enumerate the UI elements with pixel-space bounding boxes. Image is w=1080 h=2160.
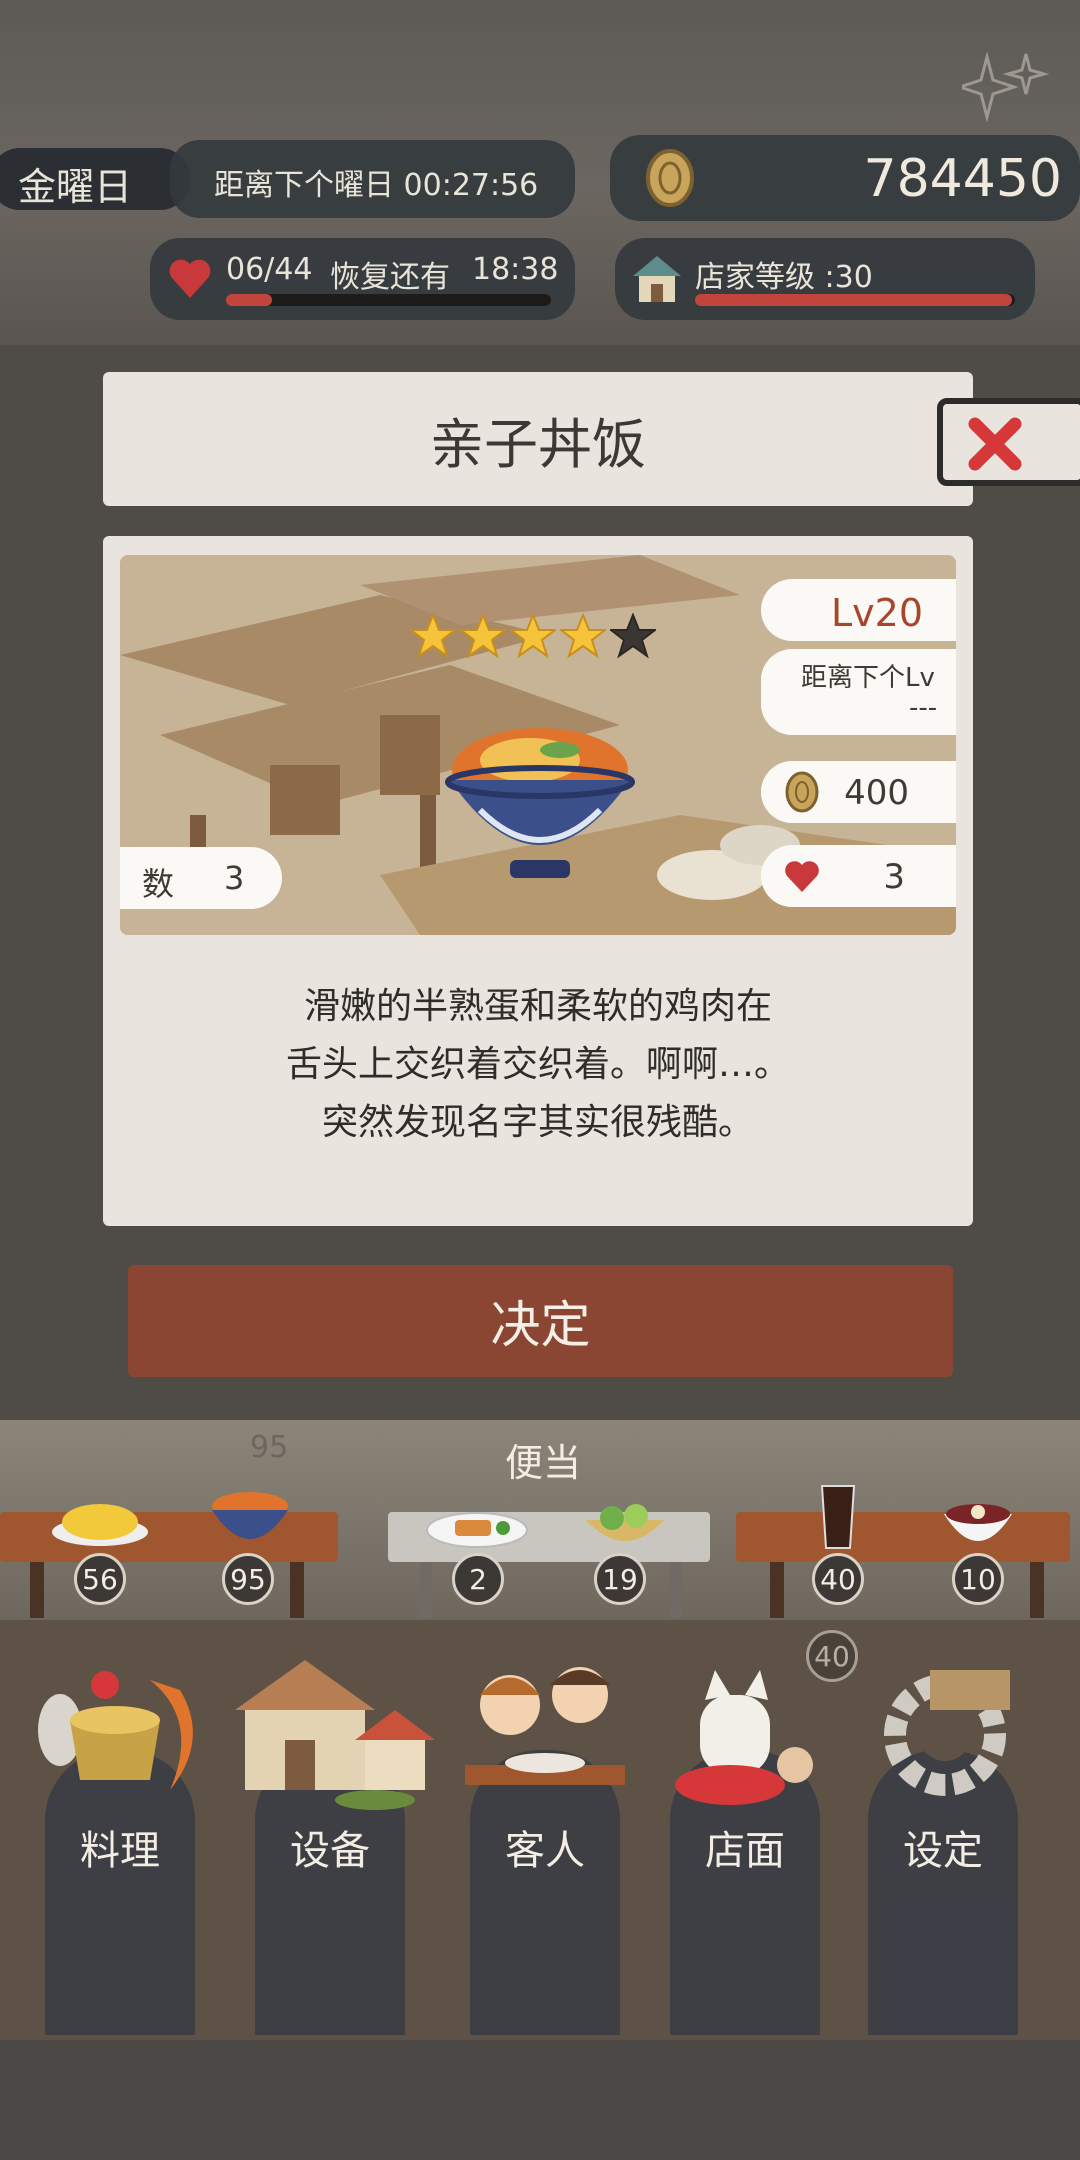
item-count-badge: 56	[74, 1553, 126, 1605]
description-line: 滑嫩的半熟蛋和柔软的鸡肉在	[303, 986, 772, 1027]
dish-title: 亲子丼饭	[430, 412, 646, 476]
countdown-pill: 距离下个曜日 00:27:56	[170, 140, 575, 218]
stamina-bar	[226, 294, 551, 306]
close-icon	[968, 417, 1022, 471]
wooden-counter-right	[736, 1512, 1070, 1562]
counter-leg	[670, 1562, 682, 1618]
stamina-bar-fill	[226, 294, 272, 306]
count-label: 数	[142, 865, 175, 903]
coin-icon	[785, 771, 819, 813]
dish-description: 滑嫩的半熟蛋和柔软的鸡肉在 舌头上交织着交织着。啊啊…。 突然发现名字其实很残酷…	[103, 978, 973, 1152]
counter-leg	[1030, 1562, 1044, 1618]
equipment-house-icon[interactable]	[225, 1650, 435, 1810]
iced-coffee-icon[interactable]	[818, 1482, 858, 1552]
weekday-pill: 金曜日	[0, 148, 190, 210]
menu-label-storefront: 店面	[705, 1828, 785, 1874]
level-value: Lv20	[831, 591, 924, 635]
cooking-pot-icon[interactable]	[30, 1660, 210, 1810]
menu-label-equipment: 设备	[290, 1828, 370, 1874]
stamina-pill[interactable]: 06/44 恢复还有 18:38	[150, 238, 575, 320]
storefront-maneki-neko-icon[interactable]	[660, 1655, 830, 1815]
dish-scene: 数 3 Lv20 距离下个Lv --- 400 3	[120, 555, 956, 935]
red-bean-soup-icon[interactable]	[942, 1498, 1014, 1550]
counter-leg	[420, 1562, 432, 1618]
next-level-value: ---	[909, 693, 938, 723]
next-level-label: 距离下个Lv	[801, 663, 935, 693]
shop-house-icon	[633, 256, 681, 302]
salad-icon[interactable]	[582, 1502, 668, 1550]
level-tab: Lv20	[761, 579, 956, 641]
fried-fish-plate-icon[interactable]	[425, 1508, 529, 1550]
star-empty-icon	[610, 613, 656, 659]
coin-pill[interactable]: 784450	[610, 135, 1080, 221]
shelf-category-label: 便当	[505, 1441, 582, 1485]
counter-leg	[770, 1562, 784, 1618]
item-count-badge: 95	[222, 1553, 274, 1605]
menu-label-cooking: 料理	[80, 1828, 160, 1874]
bottom-strip	[0, 2040, 1080, 2160]
rating-stars	[410, 613, 656, 659]
description-line: 突然发现名字其实很残酷。	[321, 1102, 754, 1143]
counter-leg	[30, 1562, 44, 1618]
count-tab: 数 3	[120, 847, 282, 909]
oyakodon-bowl-image	[445, 728, 635, 878]
countdown-label: 距离下个曜日 00:27:56	[214, 168, 539, 203]
description-line: 舌头上交织着交织着。啊啊…。	[285, 1044, 790, 1085]
star-filled-icon	[560, 613, 606, 659]
counter-leg	[290, 1562, 304, 1618]
item-count-badge: 40	[812, 1553, 864, 1605]
hearts-value: 3	[883, 857, 905, 897]
menu-label-settings: 设定	[903, 1828, 983, 1874]
star-filled-icon	[410, 613, 456, 659]
item-count-badge: 10	[952, 1553, 1004, 1605]
stamina-timer: 18:38	[472, 252, 559, 287]
shop-level-pill[interactable]: 店家等级 :30	[615, 238, 1035, 320]
heart-icon	[169, 259, 211, 298]
dish-title-panel: 亲子丼饭	[103, 372, 973, 506]
weekday-label: 金曜日	[18, 165, 133, 209]
coin-amount: 784450	[863, 149, 1062, 209]
star-filled-icon	[510, 613, 556, 659]
coin-icon	[646, 149, 694, 207]
stamina-count: 06/44	[226, 252, 313, 287]
shop-level-label: 店家等级 :30	[695, 260, 873, 295]
stamina-recover-label: 恢复还有	[330, 260, 450, 295]
heart-icon	[785, 861, 819, 892]
sparkle-icon	[962, 52, 1050, 122]
count-value: 3	[224, 859, 245, 897]
price-tab: 400	[761, 761, 956, 823]
item-count-badge: 2	[452, 1553, 504, 1605]
faded-count: 95	[250, 1430, 289, 1465]
next-level-tab: 距离下个Lv ---	[761, 649, 956, 735]
close-button[interactable]	[937, 398, 1080, 486]
customers-icon[interactable]	[455, 1655, 635, 1815]
shop-level-bar	[695, 294, 1015, 306]
hearts-tab: 3	[761, 845, 956, 907]
star-filled-icon	[460, 613, 506, 659]
item-count-badge: 19	[594, 1553, 646, 1605]
shop-level-bar-fill	[695, 294, 1012, 306]
price-value: 400	[844, 773, 909, 813]
confirm-button[interactable]: 决定	[128, 1265, 953, 1377]
omelet-rice-icon[interactable]	[50, 1498, 150, 1550]
oyakodon-icon[interactable]	[208, 1488, 292, 1550]
menu-label-customers: 客人	[505, 1828, 585, 1874]
settings-gear-icon[interactable]	[870, 1650, 1020, 1800]
